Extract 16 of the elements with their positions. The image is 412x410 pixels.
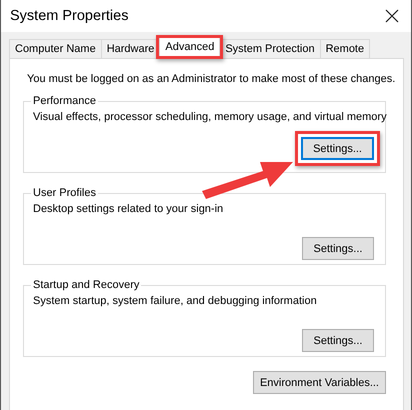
window-title: System Properties [10, 8, 128, 24]
group-description: Visual effects, processor scheduling, memory usage, and virtual memory [33, 111, 387, 123]
tab[interactable]: Remote [320, 39, 370, 58]
group-description: Desktop settings related to your sign-in [33, 203, 224, 215]
group-title: Startup and Recovery [32, 279, 140, 291]
environment-variables-button[interactable]: Environment Variables... [252, 371, 386, 394]
tab[interactable]: Advanced [159, 36, 220, 59]
group-description: System startup, system failure, and debugging information [33, 295, 317, 307]
settings-button[interactable]: Settings... [301, 137, 374, 160]
tab[interactable]: Computer Name [9, 39, 102, 58]
settings-button[interactable]: Settings... [302, 237, 374, 260]
close-icon[interactable] [385, 9, 399, 23]
group-title: User Profiles [32, 187, 97, 199]
notice-text: You must be logged on as an Administrator to make most of these changes. [27, 73, 396, 85]
settings-button[interactable]: Settings... [302, 329, 374, 352]
group-title: Performance [32, 95, 97, 107]
